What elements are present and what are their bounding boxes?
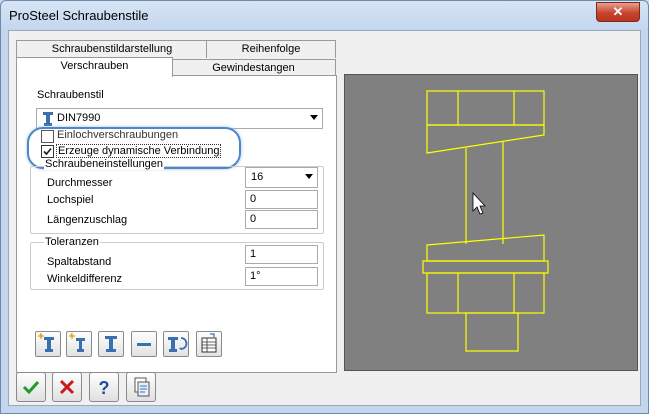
washer [422,260,549,274]
length-addition-label: Längenzuschlag [47,214,128,226]
bolt-style-value: DIN7990 [57,112,101,124]
close-button[interactable]: ✕ [596,2,640,22]
rotate-bolt-icon [168,337,188,352]
diameter-value: 16 [251,171,264,183]
bolt-settings-group-title: Schraubeneinstellungen [44,158,165,170]
chevron-down-icon [305,174,313,179]
gap-input[interactable]: 1 [245,245,318,264]
remove-bolt-button[interactable] [131,331,157,357]
bolt-drawing [422,90,549,352]
new-bolt-icon [38,333,54,352]
document-copy-icon [134,377,150,397]
bolt-thread-end [465,312,519,352]
close-icon [59,379,75,395]
chevron-down-icon [310,115,318,120]
bolt-style-dropdown[interactable]: DIN7990 [36,108,323,129]
hole-clearance-input[interactable]: 0 [245,190,318,209]
bolt-preview-canvas [344,74,638,371]
title-bar: ProSteel Schraubenstile ✕ [1,1,648,31]
minus-icon [137,343,151,346]
bolt-shank [465,141,504,244]
tolerance-group-title: Toleranzen [44,236,100,248]
tab-verschrauben[interactable]: Verschrauben [16,57,173,77]
help-icon: ? [99,378,110,398]
copy-button[interactable] [126,372,156,402]
nut-facets [457,273,515,313]
mouse-cursor-icon [472,191,486,215]
length-addition-input[interactable]: 0 [245,210,318,229]
table-icon [201,333,217,353]
table-button[interactable] [196,331,222,357]
new-bolt-button[interactable] [35,331,61,357]
cancel-button[interactable] [52,372,82,402]
upper-plate [426,124,545,154]
bolt-style-label: Schraubenstil [37,89,104,101]
lower-plate [426,234,545,262]
bolt-button[interactable] [98,331,124,357]
help-button[interactable]: ? [89,372,119,402]
diameter-label: Durchmesser [47,177,113,189]
tab-reihenfolge[interactable]: Reihenfolge [206,40,336,58]
rotate-bolt-button[interactable] [163,331,189,357]
tab-schraubenstildarstellung[interactable]: Schraubenstildarstellung [16,40,208,58]
angle-difference-input[interactable]: 1° [245,267,318,286]
bolt-head-facets [457,91,515,125]
gap-label: Spaltabstand [47,256,112,268]
ok-button[interactable] [16,372,46,402]
diameter-dropdown[interactable]: 16 [245,167,318,188]
angle-difference-label: Winkeldifferenz [47,273,122,285]
svg-text:?: ? [99,378,110,398]
bolt-icon [105,336,117,352]
hole-clearance-label: Lochspiel [47,194,94,206]
window-title: ProSteel Schraubenstile [9,8,149,23]
add-bolt-button[interactable] [66,331,92,357]
add-bolt-icon [69,333,85,352]
bolt-head [426,90,545,126]
checkmark-icon [22,380,40,395]
nut [426,272,545,314]
